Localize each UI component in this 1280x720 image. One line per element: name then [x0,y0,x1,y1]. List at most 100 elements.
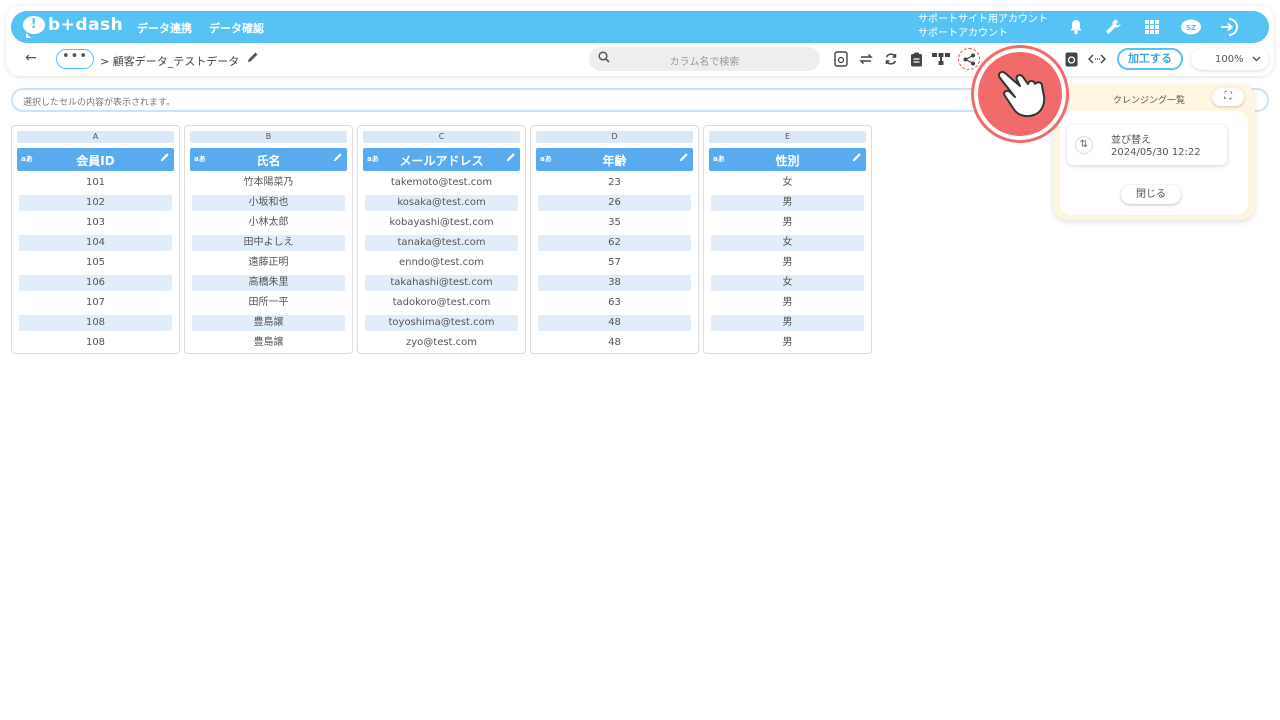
column-header[interactable]: aあ 氏名 [190,148,347,171]
table-cell[interactable]: 男 [711,195,864,211]
table-cell[interactable]: 小坂和也 [192,195,345,211]
svg-text:SZ: SZ [1186,24,1196,32]
column-a: A aあ 会員ID 101 102 103 104 105 106 107 10… [11,125,180,354]
settings-file-icon[interactable] [831,49,851,69]
column-letter[interactable]: D [536,131,693,143]
table-cell[interactable]: kosaka@test.com [365,195,518,211]
table-cell[interactable]: toyoshima@test.com [365,315,518,331]
table-cell[interactable]: 男 [711,315,864,331]
history-label: 並び替え [1111,135,1151,146]
table-cell[interactable]: 男 [711,255,864,271]
table-cell[interactable]: 48 [538,315,691,331]
more-button[interactable]: ••• [56,49,94,69]
column-header[interactable]: aあ 会員ID [17,148,174,171]
column-letter[interactable]: A [17,131,174,143]
table-cell[interactable]: 108 [19,335,172,351]
table-cell[interactable]: 小林太郎 [192,215,345,231]
table-cell[interactable]: 23 [538,175,691,191]
pencil-icon[interactable] [506,152,516,165]
column-letter[interactable]: E [709,131,866,143]
table-cell[interactable]: 高橋朱里 [192,275,345,291]
sort-icon: ⇅ [1075,136,1093,154]
table-cell[interactable]: 豊島譲 [192,335,345,351]
table-cell[interactable]: 106 [19,275,172,291]
column-header[interactable]: aあ 年齢 [536,148,693,171]
table-cell[interactable]: 48 [538,335,691,351]
table-cell[interactable]: 102 [19,195,172,211]
table-cell[interactable]: 57 [538,255,691,271]
breadcrumb: > 顧客データ_テストデータ [100,55,240,68]
table-cell[interactable]: 101 [19,175,172,191]
pencil-icon[interactable] [333,152,343,165]
nav-data-check[interactable]: データ確認 [209,20,264,36]
account-line1: サポートサイト用アカウント [918,14,1048,25]
clipboard-icon[interactable] [906,49,926,69]
pencil-icon[interactable] [160,152,170,165]
panel-title: クレンジング一覧 [1113,96,1186,106]
logo-text: b+dash [48,15,124,35]
zoom-select[interactable]: 100% [1191,48,1269,70]
wrench-icon[interactable] [1101,16,1125,38]
code-icon[interactable] [1085,49,1109,69]
table-cell[interactable]: 田所一平 [192,295,345,311]
table-cell[interactable]: 35 [538,215,691,231]
column-letter[interactable]: B [190,131,347,143]
table-cell[interactable]: takahashi@test.com [365,275,518,291]
search-bar[interactable]: カラム名で検索 [589,47,820,71]
table-cell[interactable]: 62 [538,235,691,251]
table-cell[interactable]: 26 [538,195,691,211]
tree-icon[interactable] [931,49,951,69]
nav-data-link[interactable]: データ連携 [137,20,192,36]
pencil-icon[interactable] [679,152,689,165]
pencil-icon[interactable] [852,152,862,165]
column-c: C aあ メールアドレス takemoto@test.com kosaka@te… [357,125,526,354]
history-icon[interactable] [1061,49,1081,69]
table-cell[interactable]: zyo@test.com [365,335,518,351]
table-cell[interactable]: 女 [711,235,864,251]
app-logo[interactable]: ! b+dash [23,15,124,38]
account-info[interactable]: サポートサイト用アカウント サポートアカウント [918,13,1048,41]
table-cell[interactable]: 竹本陽菜乃 [192,175,345,191]
avatar-icon[interactable]: SZ [1179,16,1203,38]
search-input[interactable]: カラム名で検索 [589,53,820,68]
column-name: 年齢 [602,154,627,168]
close-button[interactable]: 閉じる [1121,185,1181,204]
table-cell[interactable]: tanaka@test.com [365,235,518,251]
cell-content-placeholder: 選択したセルの内容が表示されます。 [23,98,176,108]
swap-icon[interactable] [856,49,876,69]
table-cell[interactable]: 女 [711,175,864,191]
table-cell[interactable]: tadokoro@test.com [365,295,518,311]
expand-icon[interactable]: ⛶ [1212,88,1244,106]
table-cell[interactable]: kobayashi@test.com [365,215,518,231]
bell-icon[interactable] [1064,16,1088,38]
table-cell[interactable]: 108 [19,315,172,331]
table-cell[interactable]: 103 [19,215,172,231]
table-cell[interactable]: 女 [711,275,864,291]
column-letter[interactable]: C [363,131,520,143]
history-item[interactable]: ⇅ 並び替え 2024/05/30 12:22 [1067,125,1227,165]
table-cell[interactable]: 豊島譲 [192,315,345,331]
table-cell[interactable]: 63 [538,295,691,311]
column-header[interactable]: aあ 性別 [709,148,866,171]
table-cell[interactable]: 105 [19,255,172,271]
table-cell[interactable]: 男 [711,215,864,231]
column-e: E aあ 性別 女 男 男 女 男 女 男 男 男 [703,125,872,354]
back-arrow-icon[interactable]: ← [25,50,37,66]
table-cell[interactable]: 遠藤正明 [192,255,345,271]
process-button[interactable]: 加工する [1117,48,1183,70]
refresh-icon[interactable] [881,49,901,69]
grid-icon[interactable] [1140,16,1164,38]
pencil-icon[interactable] [247,51,259,67]
table-cell[interactable]: takemoto@test.com [365,175,518,191]
table-cell[interactable]: 107 [19,295,172,311]
logout-icon[interactable] [1218,16,1242,38]
share-icon[interactable] [958,48,980,70]
table-cell[interactable]: 男 [711,295,864,311]
table-cell[interactable]: 38 [538,275,691,291]
column-b: B aあ 氏名 竹本陽菜乃 小坂和也 小林太郎 田中よしえ 遠藤正明 高橋朱里 … [184,125,353,354]
column-header[interactable]: aあ メールアドレス [363,148,520,171]
table-cell[interactable]: 104 [19,235,172,251]
table-cell[interactable]: 男 [711,335,864,351]
table-cell[interactable]: 田中よしえ [192,235,345,251]
table-cell[interactable]: enndo@test.com [365,255,518,271]
